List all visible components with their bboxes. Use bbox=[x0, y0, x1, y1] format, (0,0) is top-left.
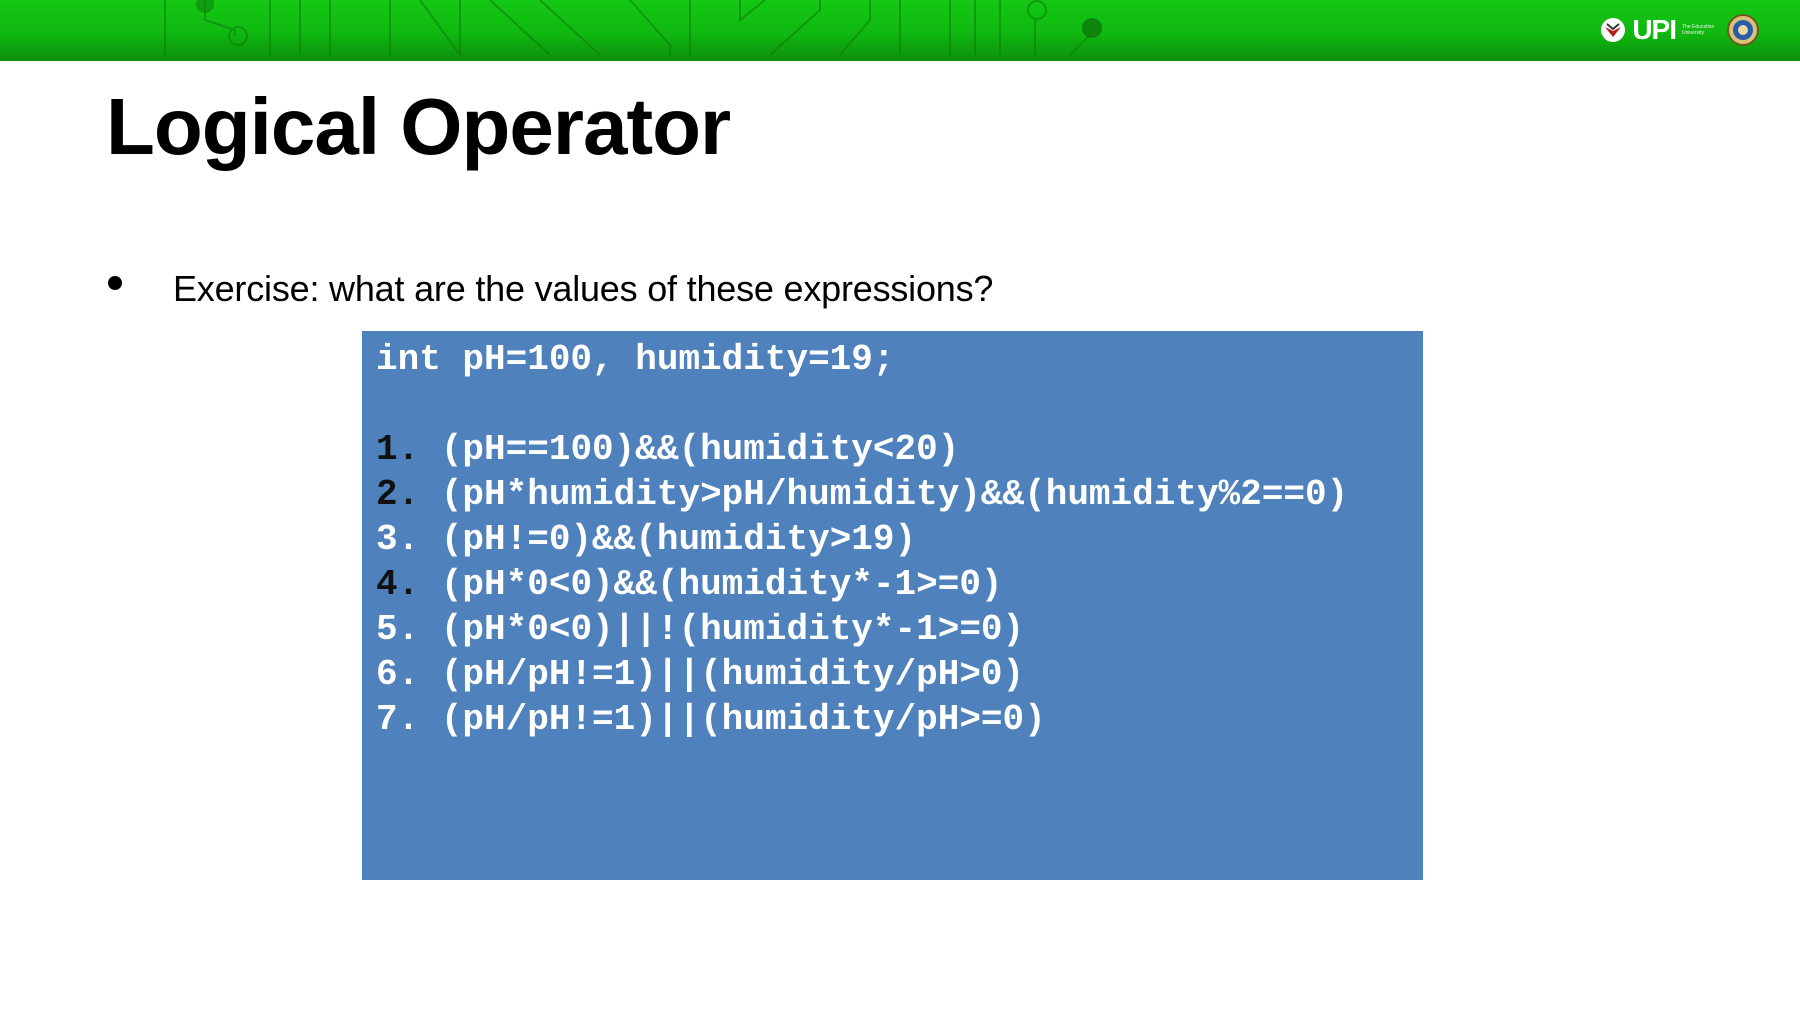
code-item: 7. (pH/pH!=1)||(humidity/pH>=0) bbox=[376, 697, 1409, 742]
code-item-expression: (pH*0<0)&&(humidity*-1>=0) bbox=[440, 564, 1003, 605]
code-item-number: 6. bbox=[376, 654, 420, 695]
code-item-number: 4. bbox=[376, 564, 420, 605]
code-block: int pH=100, humidity=19; 1. (pH==100)&&(… bbox=[362, 331, 1423, 880]
code-item-expression: (pH!=0)&&(humidity>19) bbox=[440, 519, 917, 560]
code-item: 3. (pH!=0)&&(humidity>19) bbox=[376, 517, 1409, 562]
bullet-text: Exercise: what are the values of these e… bbox=[173, 268, 994, 309]
upi-logo-text: UPI bbox=[1632, 14, 1677, 45]
logo-group: UPI The Education University bbox=[1600, 10, 1760, 50]
upi-tagline: The Education University bbox=[1682, 24, 1715, 36]
code-item-number: 1. bbox=[376, 429, 420, 470]
bullet-point-icon bbox=[108, 276, 122, 290]
code-item-expression: (pH==100)&&(humidity<20) bbox=[440, 429, 960, 470]
code-declaration: int pH=100, humidity=19; bbox=[376, 339, 895, 380]
slide-title: Logical Operator bbox=[106, 82, 731, 171]
circuit-pattern-decoration bbox=[164, 0, 1102, 56]
code-item: 5. (pH*0<0)||!(humidity*-1>=0) bbox=[376, 607, 1409, 652]
code-item-number: 2. bbox=[376, 474, 420, 515]
university-seal-icon bbox=[1727, 14, 1759, 46]
code-item-expression: (pH/pH!=1)||(humidity/pH>0) bbox=[440, 654, 1025, 695]
header-bar: UPI The Education University bbox=[0, 0, 1800, 61]
code-item-expression: (pH*humidity>pH/humidity)&&(humidity%2==… bbox=[440, 474, 1349, 515]
upi-logo: UPI The Education University bbox=[1600, 14, 1716, 46]
code-item-number: 7. bbox=[376, 699, 420, 740]
code-item: 2. (pH*humidity>pH/humidity)&&(humidity%… bbox=[376, 472, 1409, 517]
code-item: 6. (pH/pH!=1)||(humidity/pH>0) bbox=[376, 652, 1409, 697]
code-item-expression: (pH*0<0)||!(humidity*-1>=0) bbox=[440, 609, 1025, 650]
bullet-item: Exercise: what are the values of these e… bbox=[108, 268, 993, 310]
upi-emblem-icon bbox=[1601, 18, 1626, 42]
code-item-expression: (pH/pH!=1)||(humidity/pH>=0) bbox=[440, 699, 1046, 740]
code-item: 1. (pH==100)&&(humidity<20) bbox=[376, 427, 1409, 472]
code-item: 4. (pH*0<0)&&(humidity*-1>=0) bbox=[376, 562, 1409, 607]
code-item-number: 5. bbox=[376, 609, 420, 650]
code-item-number: 3. bbox=[376, 519, 420, 560]
